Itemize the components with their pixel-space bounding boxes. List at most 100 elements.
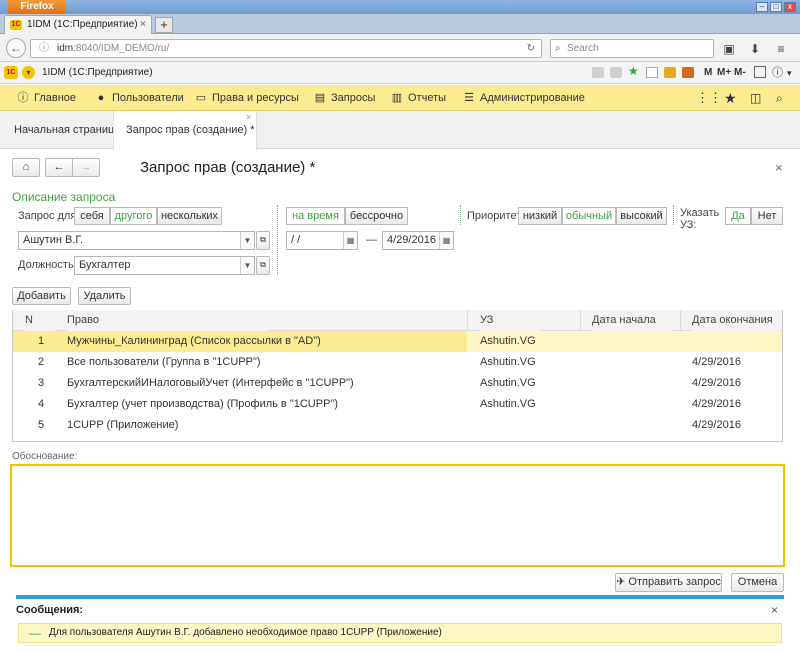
folder-icon: ▭ bbox=[195, 92, 207, 104]
date-dash: — bbox=[366, 234, 377, 246]
chevron-down-icon[interactable]: ▾ bbox=[787, 62, 792, 84]
date-to-value: 4/29/2016 bbox=[387, 234, 436, 246]
menu-item-admin-label: Администрирование bbox=[480, 92, 585, 104]
app-menu-icon[interactable]: ▾ bbox=[22, 66, 35, 79]
for-self-button[interactable]: себя bbox=[74, 207, 110, 225]
info-circle-icon[interactable]: ⓘ bbox=[772, 62, 783, 84]
cell-account: Ashutin.VG bbox=[480, 356, 536, 368]
save-icon[interactable] bbox=[610, 67, 622, 78]
for-other-button[interactable]: другого bbox=[110, 207, 157, 225]
priority-low-button[interactable]: низкий bbox=[518, 207, 562, 225]
separator bbox=[277, 205, 278, 275]
justification-input[interactable] bbox=[10, 464, 785, 567]
open-position-button[interactable]: ⧉ bbox=[256, 256, 270, 275]
col-header-right[interactable]: Право bbox=[67, 310, 267, 331]
open-link-icon: ⧉ bbox=[260, 235, 266, 244]
memory-m-button[interactable]: M bbox=[704, 62, 712, 84]
cancel-button[interactable]: Отмена bbox=[731, 573, 784, 592]
priority-normal-button[interactable]: обычный bbox=[562, 207, 616, 225]
user-field[interactable]: Ашутин В.Г. ▼ bbox=[18, 231, 255, 250]
open-link-icon: ⧉ bbox=[260, 260, 266, 269]
library-icon[interactable]: ▣ bbox=[721, 41, 737, 57]
priority-high-button[interactable]: высокий bbox=[616, 207, 667, 225]
menu-item-requests[interactable]: ▤ Запросы bbox=[313, 85, 376, 111]
grid-apps-icon[interactable]: ⋮⋮ bbox=[696, 85, 722, 111]
download-icon[interactable]: ⬇ bbox=[747, 41, 763, 57]
favorites-icon[interactable]: ★ bbox=[628, 64, 639, 78]
nav-back-button[interactable]: ← bbox=[45, 158, 73, 177]
document-icon: ▤ bbox=[314, 92, 326, 104]
calendar-icon[interactable] bbox=[664, 67, 676, 78]
close-tab-icon[interactable]: × bbox=[140, 16, 146, 34]
specify-account-label: Указать УЗ: bbox=[680, 207, 720, 231]
tab-current-request[interactable]: Запрос прав (создание) * bbox=[113, 111, 257, 150]
send-request-button[interactable]: ✈ Отправить запрос bbox=[615, 573, 722, 592]
print-icon[interactable] bbox=[592, 67, 604, 78]
open-user-button[interactable]: ⧉ bbox=[256, 231, 270, 250]
firefox-menu-button[interactable]: Firefox bbox=[8, 0, 66, 14]
col-header-start[interactable]: Дата начала bbox=[592, 310, 672, 331]
calculator-icon[interactable] bbox=[682, 67, 694, 78]
close-window-icon[interactable]: x bbox=[784, 2, 796, 12]
section-title: Описание запроса bbox=[12, 190, 116, 204]
home-button[interactable]: ⌂ bbox=[12, 158, 40, 177]
nav-forward-button[interactable]: → bbox=[72, 158, 100, 177]
new-tab-button[interactable]: + bbox=[155, 17, 173, 33]
reload-icon[interactable]: ↻ bbox=[527, 40, 535, 57]
back-icon[interactable]: ← bbox=[6, 38, 26, 58]
url-bar[interactable]: ⓘ idm:8040/IDM_DEMO/ru/ ↻ bbox=[30, 39, 542, 58]
panels-icon[interactable] bbox=[754, 66, 766, 78]
hamburger-menu-icon[interactable]: ≡ bbox=[773, 41, 789, 57]
tab-start-page[interactable]: Начальная страница bbox=[14, 111, 120, 149]
memory-plus-button[interactable]: M+ bbox=[717, 62, 731, 84]
dropdown-icon[interactable]: ▼ bbox=[240, 232, 254, 249]
close-form-icon[interactable]: × bbox=[775, 158, 783, 178]
minimize-icon[interactable]: – bbox=[756, 2, 768, 12]
calendar-icon[interactable]: ▦ bbox=[439, 232, 453, 249]
close-messages-icon[interactable]: × bbox=[771, 603, 778, 617]
star-icon[interactable]: ★ bbox=[724, 85, 737, 111]
page-title: Запрос прав (создание) * bbox=[140, 159, 316, 176]
message-item[interactable]: — Для пользователя Ашутин В.Г. добавлено… bbox=[18, 623, 782, 643]
calendar-icon[interactable]: ▦ bbox=[343, 232, 357, 249]
col-header-n[interactable]: N bbox=[25, 310, 55, 331]
cell-right: 1CUPP (Приложение) bbox=[67, 419, 179, 431]
date-from-field[interactable]: / / ▦ bbox=[286, 231, 358, 250]
search-input[interactable]: ⌕ Search bbox=[550, 39, 714, 58]
menu-item-home[interactable]: ⓘ Главное bbox=[16, 85, 77, 111]
search-menu-icon[interactable]: ⌕ bbox=[776, 85, 783, 111]
history-icon[interactable]: ◫ bbox=[750, 85, 761, 111]
date-to-field[interactable]: 4/29/2016 ▦ bbox=[382, 231, 454, 250]
account-yes-button[interactable]: Да bbox=[725, 207, 751, 225]
position-field[interactable]: Бухгалтер ▼ bbox=[74, 256, 255, 275]
menu-item-users[interactable]: ● Пользователи bbox=[94, 85, 184, 111]
close-tab-x-icon[interactable]: × bbox=[246, 112, 251, 122]
window-titlebar bbox=[0, 0, 800, 14]
menu-item-reports-label: Отчеты bbox=[408, 92, 447, 104]
col-header-account[interactable]: УЗ bbox=[480, 310, 540, 331]
col-header-end[interactable]: Дата окончания bbox=[692, 310, 780, 331]
menu-item-admin[interactable]: ☰ Администрирование bbox=[462, 85, 585, 111]
info-icon[interactable]: ⓘ bbox=[39, 40, 49, 57]
delete-button[interactable]: Удалить bbox=[78, 287, 131, 305]
maximize-icon[interactable]: □ bbox=[770, 2, 782, 12]
position-field-value: Бухгалтер bbox=[79, 259, 131, 271]
for-time-button[interactable]: на время bbox=[286, 207, 345, 225]
for-several-button[interactable]: нескольких bbox=[157, 207, 222, 225]
dropdown-icon[interactable]: ▼ bbox=[240, 257, 254, 274]
browser-tab[interactable]: 1C 1IDM (1С:Предприятие) × bbox=[4, 15, 152, 34]
cell-n: 2 bbox=[38, 356, 45, 368]
account-no-button[interactable]: Нет bbox=[751, 207, 783, 225]
menu-item-rights[interactable]: ▭ Права и ресурсы bbox=[194, 85, 299, 111]
memory-minus-button[interactable]: M- bbox=[734, 62, 746, 84]
messages-divider bbox=[16, 595, 784, 599]
arrow-left-icon: ← bbox=[53, 161, 65, 173]
menu-item-reports[interactable]: ▥ Отчеты bbox=[390, 85, 446, 111]
link-icon[interactable] bbox=[646, 67, 658, 78]
tab-favicon-icon: 1C bbox=[10, 20, 22, 30]
cell-n: 4 bbox=[38, 398, 45, 410]
indefinite-button[interactable]: бессрочно bbox=[345, 207, 408, 225]
request-for-label: Запрос для: bbox=[18, 210, 80, 222]
cell-end: 4/29/2016 bbox=[692, 377, 741, 389]
add-button[interactable]: Добавить bbox=[12, 287, 71, 305]
